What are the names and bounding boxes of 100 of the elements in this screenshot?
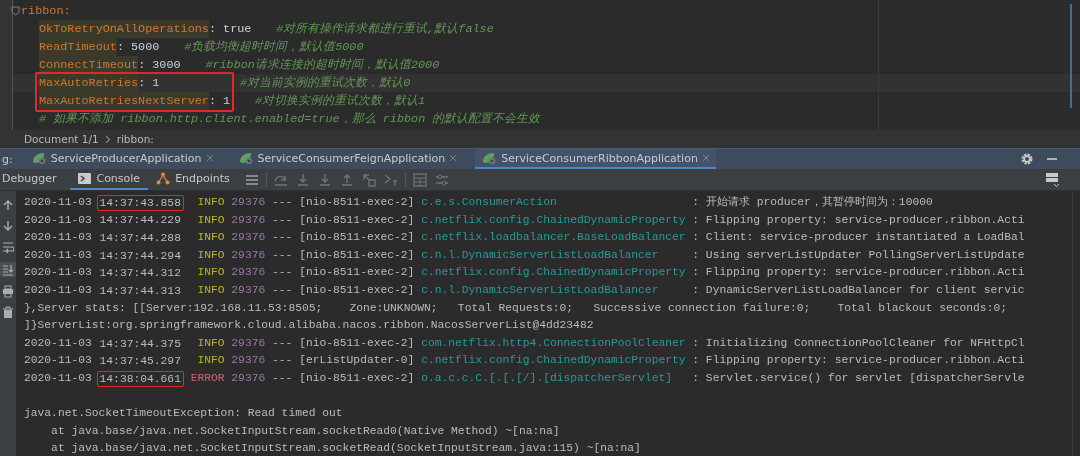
yaml-key: OkToRetryOnAllOperations <box>39 20 209 38</box>
drop-frame-icon[interactable] <box>360 171 377 188</box>
logger-name[interactable]: c.netflix.loadbalancer.BaseLoadBalancer <box>421 229 693 247</box>
logger-name[interactable]: c.netflix.config.ChainedDynamicProperty <box>421 264 693 282</box>
log-message: : Flipping property: service-producer.ribbon.Acti <box>692 265 1025 281</box>
log-message: : DynamicServerListLoadBalancer for client servic <box>692 282 1025 298</box>
log-text: },Server stats: [[Server:192.168.11.53:8505; Zone:UNKNOWN; Total Requests:0; Successive connection failure:0; Total blackout seconds:0; <box>24 300 1007 316</box>
log-time: 14:37:44.375 <box>98 336 182 352</box>
code-comment: #ribbon请求连接的超时时间，默认值2000 <box>205 57 440 74</box>
yaml-value: : true <box>208 21 252 38</box>
yaml-key: ribbon: <box>21 2 71 20</box>
log-level: ERROR <box>190 370 225 386</box>
logger-name[interactable]: c.n.l.DynamicServerListLoadBalancer <box>421 281 693 300</box>
thread-name: [nio-8511-exec-2] <box>299 265 415 281</box>
run-tab[interactable]: ServiceProducerApplication <box>24 149 220 169</box>
run-tab[interactable]: ServiceConsumerRibbonApplication <box>475 149 716 169</box>
code-comment: #对当前实例的重试次数，默认0 <box>240 75 411 92</box>
thread-name: [nio-8511-exec-2] <box>299 335 415 351</box>
log-level: INFO <box>196 335 225 351</box>
log-level: INFO <box>196 265 225 281</box>
log-message: : Client: service-producer instantiated a LoadBal <box>692 230 1025 246</box>
log-separator: --- <box>272 247 293 263</box>
tab-label: ServiceConsumerRibbonApplication <box>501 151 698 165</box>
layout-icon[interactable] <box>1046 172 1060 187</box>
log-time: 14:37:43.858 <box>96 194 184 211</box>
stack-trace-line: at java.base/java.net.SocketInputStream.socketRead(SocketInputStream.java:115) ~[na:na] <box>51 441 641 456</box>
log-date: 2020-11-03 <box>24 335 92 351</box>
tab-label: ServiceConsumerFeignApplication <box>257 151 446 165</box>
log-level: INFO <box>196 230 225 246</box>
logger-name[interactable]: c.netflix.config.ChainedDynamicProperty <box>421 352 693 370</box>
settings-icon[interactable] <box>1020 152 1034 166</box>
console-tab[interactable]: Endpoints <box>154 169 238 190</box>
run-tab[interactable]: ServiceConsumerFeignApplication <box>231 149 464 169</box>
log-date: 2020-11-03 <box>24 282 92 298</box>
close-icon[interactable] <box>205 154 214 162</box>
log-level: INFO <box>196 195 225 210</box>
code-comment: # 如果不添加 ribbon.http.client.enabled=true，那么 ribbon 的默认配置不会生效 <box>39 111 541 128</box>
process-id: 29376 <box>231 212 266 228</box>
log-time: 14:37:45.297 <box>98 354 182 370</box>
thread-name: [nio-8511-exec-2] <box>299 212 415 228</box>
process-id: 29376 <box>231 370 266 386</box>
yaml-key: MaxAutoRetries <box>39 74 139 92</box>
log-time: 14:37:44.288 <box>98 231 182 246</box>
logger-name[interactable]: com.netflix.http4.ConnectionPoolCleaner <box>421 334 693 353</box>
logger-name[interactable]: c.n.l.DynamicServerListLoadBalancer <box>421 246 693 265</box>
print-icon[interactable] <box>2 285 14 298</box>
log-text: java.net.SocketTimeoutException: Read timed out <box>24 406 343 422</box>
tab-label: ServiceProducerApplication <box>50 151 202 165</box>
process-id: 29376 <box>231 335 266 351</box>
process-id: 29376 <box>231 282 266 298</box>
log-level: INFO <box>196 247 225 263</box>
console-tab[interactable]: Debugger <box>0 169 65 190</box>
log-separator: --- <box>272 353 293 369</box>
breadcrumb-item[interactable]: Document 1/1 <box>24 133 99 145</box>
terminal-icon <box>78 173 92 184</box>
yaml-key: MaxAutoRetriesNextServer <box>39 92 209 110</box>
log-text: ]}ServerList:org.springframework.cloud.alibaba.nacos.ribbon.NacosServerList@4dd23482 <box>24 318 594 334</box>
chevron-icon <box>104 134 111 144</box>
fold-icon <box>11 6 20 16</box>
spring-app-icon <box>481 151 498 165</box>
log-separator: --- <box>272 335 293 351</box>
log-level: INFO <box>196 282 225 298</box>
log-date: 2020-11-03 <box>24 212 92 228</box>
thread-name: [erListUpdater-0] <box>299 353 415 369</box>
code-editor[interactable] <box>0 0 1080 130</box>
panel-label: g: <box>1 152 13 166</box>
breadcrumb-item[interactable]: ribbon: <box>116 133 154 145</box>
log-time: 14:37:44.229 <box>98 213 182 229</box>
close-icon[interactable] <box>449 154 458 162</box>
log-date: 2020-11-03 <box>24 230 92 246</box>
log-message: : Using serverListUpdater PollingServerListUpdate <box>692 247 1025 263</box>
log-date: 2020-11-03 <box>24 195 92 210</box>
up-arrow-icon[interactable] <box>2 199 14 212</box>
close-icon[interactable] <box>701 154 710 162</box>
logger-name[interactable]: o.a.c.c.C.[.[.[/].[dispatcherServlet] <box>421 369 693 388</box>
spring-app-icon <box>237 151 254 165</box>
yaml-value: : 1 <box>138 75 160 92</box>
wrap-icon[interactable] <box>2 241 14 254</box>
yaml-key: ReadTimeout <box>39 38 117 56</box>
log-date: 2020-11-03 <box>24 370 92 386</box>
down-arrow-icon[interactable] <box>2 220 14 233</box>
thread-name: [nio-8511-exec-2] <box>299 247 415 263</box>
logger-name[interactable]: c.e.s.ConsumerAction <box>421 194 693 212</box>
log-message: : Flipping property: service-producer.ribbon.Acti <box>692 212 1025 228</box>
toggle-button[interactable] <box>0 262 16 277</box>
log-separator: --- <box>272 370 293 386</box>
yaml-value: : 1 <box>208 93 231 110</box>
process-id: 29376 <box>231 230 266 246</box>
process-id: 29376 <box>231 265 266 281</box>
logger-name[interactable]: c.netflix.config.ChainedDynamicProperty <box>421 211 693 230</box>
log-time: 14:37:44.294 <box>98 248 182 264</box>
table-icon[interactable] <box>411 171 428 188</box>
log-message: : 开始请求 producer，其暂停时间为：10000 <box>692 195 933 210</box>
log-separator: --- <box>272 265 293 281</box>
code-comment: #对切换实例的重试次数，默认1 <box>254 93 426 110</box>
yaml-value: : 3000 <box>138 57 181 74</box>
console-tab[interactable]: Console <box>70 169 149 190</box>
log-separator: --- <box>272 282 293 298</box>
log-message: : Initializing ConnectionPoolCleaner for NFHttpCl <box>692 335 1025 351</box>
trash-icon[interactable] <box>2 306 14 319</box>
